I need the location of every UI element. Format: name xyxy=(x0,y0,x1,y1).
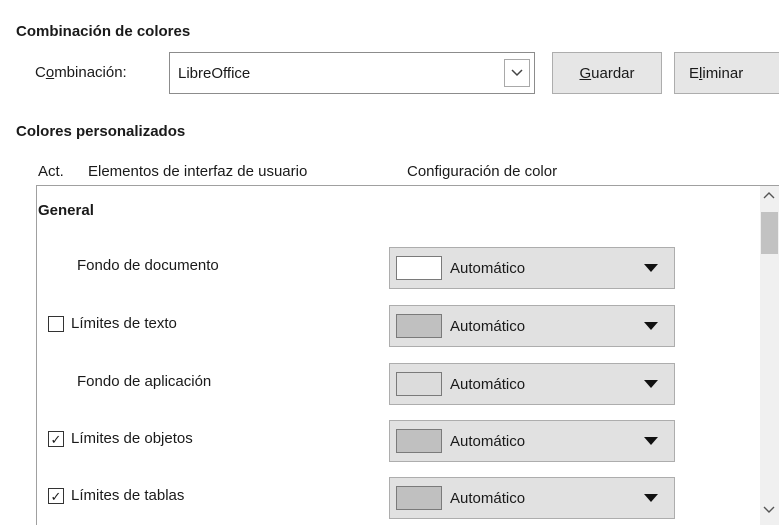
color-options-panel: Combinación de colores Combinación: Libr… xyxy=(0,0,779,525)
color-swatch xyxy=(396,256,442,280)
column-header-elements: Elementos de interfaz de usuario xyxy=(88,163,308,180)
color-list xyxy=(36,185,779,525)
color-dropdown-value: Automático xyxy=(450,375,526,393)
color-dropdown-value: Automático xyxy=(450,432,526,450)
dropdown-arrow-icon xyxy=(644,494,658,502)
color-dropdown-value: Automático xyxy=(450,489,526,507)
checkmark-icon: ✓ xyxy=(50,431,62,447)
row-label-object-boundaries: Límites de objetos xyxy=(71,430,193,447)
chevron-down-icon[interactable] xyxy=(763,505,775,517)
color-swatch xyxy=(396,372,442,396)
row-label-document-background: Fondo de documento xyxy=(77,257,219,274)
custom-colors-heading: Colores personalizados xyxy=(16,123,186,140)
color-swatch xyxy=(396,314,442,338)
save-button[interactable]: Guardar xyxy=(552,52,662,94)
checkmark-icon: ✓ xyxy=(50,488,62,504)
scheme-select-value: LibreOffice xyxy=(178,64,251,82)
color-swatch xyxy=(396,486,442,510)
column-header-config: Configuración de color xyxy=(407,163,558,180)
row-label-application-background: Fondo de aplicación xyxy=(77,373,212,390)
color-dropdown-table-boundaries[interactable]: Automático xyxy=(389,477,675,519)
column-header-act: Act. xyxy=(38,163,64,180)
color-dropdown-text-boundaries[interactable]: Automático xyxy=(389,305,675,347)
color-dropdown-application-background[interactable]: Automático xyxy=(389,363,675,405)
table-boundaries-checkbox[interactable]: ✓ xyxy=(48,488,64,504)
dropdown-arrow-icon xyxy=(644,437,658,445)
row-label-table-boundaries: Límites de tablas xyxy=(71,487,185,504)
object-boundaries-checkbox[interactable]: ✓ xyxy=(48,431,64,447)
dropdown-arrow-icon xyxy=(644,264,658,272)
dropdown-arrow-icon xyxy=(644,322,658,330)
group-title: General xyxy=(38,202,94,219)
color-scheme-heading: Combinación de colores xyxy=(16,23,191,40)
chevron-up-icon[interactable] xyxy=(763,190,775,202)
color-dropdown-document-background[interactable]: Automático xyxy=(389,247,675,289)
color-dropdown-value: Automático xyxy=(450,317,526,335)
scrollbar-thumb[interactable] xyxy=(761,212,778,254)
delete-button[interactable]: El iminar xyxy=(674,52,779,94)
row-label-text-boundaries: Límites de texto xyxy=(71,315,177,332)
color-swatch xyxy=(396,429,442,453)
dropdown-arrow-icon xyxy=(644,380,658,388)
chevron-down-icon[interactable] xyxy=(504,59,530,87)
color-dropdown-object-boundaries[interactable]: Automático xyxy=(389,420,675,462)
scheme-select[interactable]: LibreOffice xyxy=(169,52,535,94)
color-dropdown-value: Automático xyxy=(450,259,526,277)
scheme-label: Combinación: xyxy=(35,64,127,81)
text-boundaries-checkbox[interactable] xyxy=(48,316,64,332)
